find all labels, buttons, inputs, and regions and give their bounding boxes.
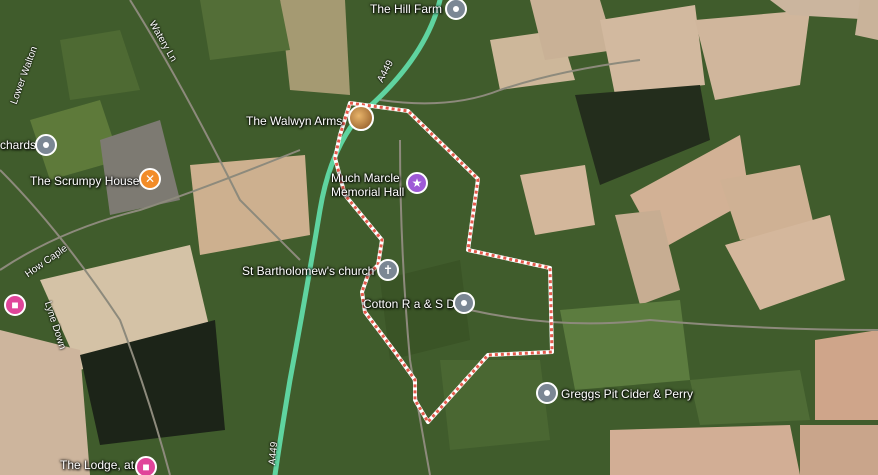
- event-venue-icon[interactable]: ★: [406, 172, 428, 194]
- place-label-scrumpy-house[interactable]: The Scrumpy House: [30, 174, 139, 188]
- place-label-much-marcle-line2[interactable]: Memorial Hall: [331, 185, 404, 199]
- place-label-the-lodge[interactable]: The Lodge, at: [60, 458, 134, 472]
- pin-dot-icon[interactable]: [35, 134, 57, 156]
- satellite-imagery: [0, 0, 878, 475]
- photo-marker-icon[interactable]: [348, 105, 374, 131]
- place-label-orchards[interactable]: chards: [0, 138, 36, 152]
- place-label-hill-farm[interactable]: The Hill Farm: [370, 2, 442, 16]
- hotel-icon[interactable]: ■: [135, 456, 157, 475]
- pin-dot-icon[interactable]: [453, 292, 475, 314]
- restaurant-icon[interactable]: ✕: [139, 168, 161, 190]
- place-label-much-marcle-line1[interactable]: Much Marcle: [331, 171, 400, 185]
- place-label-walwyn-arms[interactable]: The Walwyn Arms: [246, 114, 342, 128]
- satellite-map[interactable]: A449 A449 Watery Ln How Caple Lyne Down …: [0, 0, 878, 475]
- church-icon[interactable]: ✝: [377, 259, 399, 281]
- place-label-cotton[interactable]: Cotton R a & S D: [363, 297, 455, 311]
- place-label-greggs-pit[interactable]: Greggs Pit Cider & Perry: [561, 387, 693, 401]
- pin-dot-icon[interactable]: [536, 382, 558, 404]
- hotel-icon[interactable]: ■: [4, 294, 26, 316]
- place-label-st-bartholomews[interactable]: St Bartholomew's church: [242, 264, 374, 278]
